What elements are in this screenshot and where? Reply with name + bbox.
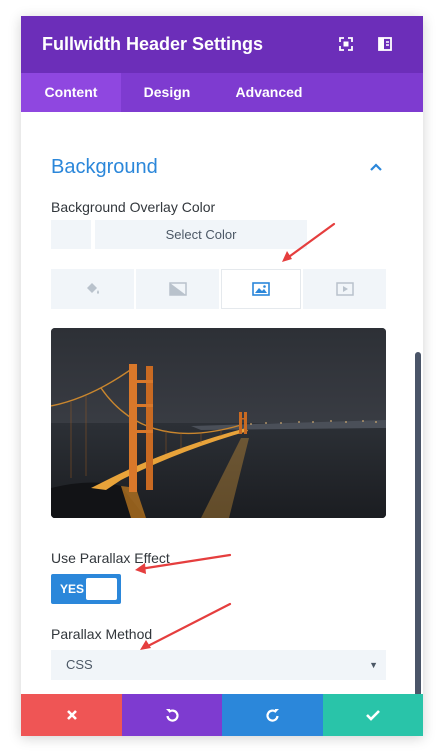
image-icon: [252, 282, 270, 296]
chevron-up-icon[interactable]: [369, 160, 383, 174]
modal-title: Fullwidth Header Settings: [42, 34, 264, 54]
sidebar-icon[interactable]: [376, 35, 394, 53]
settings-modal: Fullwidth Header Settings Content Design…: [21, 16, 423, 736]
redo-button[interactable]: [222, 694, 323, 736]
undo-icon: [166, 709, 179, 722]
expand-icon[interactable]: [337, 35, 355, 53]
parallax-toggle[interactable]: YES: [51, 574, 121, 604]
toggle-knob: [86, 578, 117, 600]
bridge-photo: [51, 328, 386, 518]
discard-button[interactable]: [21, 694, 122, 736]
tab-bar: Content Design Advanced: [21, 73, 423, 112]
caret-down-icon: ▼: [369, 660, 378, 670]
video-icon: [335, 282, 354, 296]
parallax-method-label: Parallax Method: [51, 626, 153, 642]
bg-tab-color[interactable]: [51, 269, 134, 309]
color-swatch[interactable]: [51, 220, 91, 249]
bg-tab-video[interactable]: [303, 269, 386, 309]
tab-design[interactable]: Design: [121, 73, 213, 112]
redo-icon: [265, 709, 279, 722]
background-image-preview[interactable]: [51, 328, 386, 518]
modal-header: Fullwidth Header Settings: [21, 16, 423, 73]
section-title[interactable]: Background: [51, 156, 158, 179]
settings-body: Background Background Overlay Color Sele…: [21, 112, 423, 712]
select-color-button[interactable]: Select Color: [95, 220, 307, 249]
paint-bucket-icon: [86, 283, 99, 294]
tab-content[interactable]: Content: [21, 73, 121, 112]
tab-advanced[interactable]: Advanced: [221, 73, 317, 112]
gradient-icon: [168, 282, 187, 296]
parallax-method-select[interactable]: CSS ▼: [51, 650, 386, 680]
check-icon: [366, 710, 380, 721]
scrollbar[interactable]: [415, 352, 421, 712]
parallax-label: Use Parallax Effect: [51, 550, 170, 566]
save-button[interactable]: [323, 694, 423, 736]
bg-tab-image[interactable]: [221, 269, 301, 309]
overlay-label: Background Overlay Color: [51, 199, 216, 215]
toggle-label: YES: [60, 582, 85, 596]
undo-button[interactable]: [122, 694, 222, 736]
bg-tab-gradient[interactable]: [136, 269, 219, 309]
modal-footer: [21, 694, 423, 736]
close-icon: [66, 710, 77, 720]
select-value: CSS: [66, 657, 93, 672]
